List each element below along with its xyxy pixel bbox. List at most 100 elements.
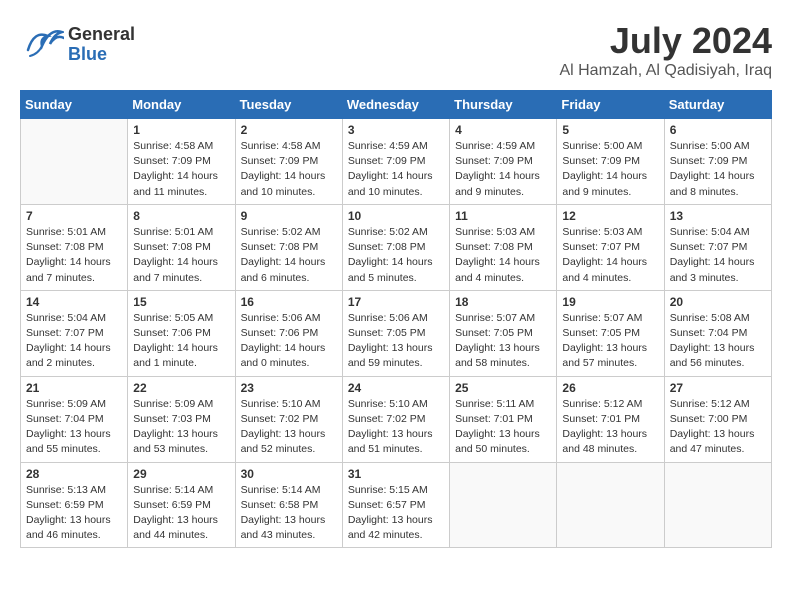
- day-number: 31: [348, 467, 444, 481]
- cell-info: Sunrise: 5:09 AMSunset: 7:04 PMDaylight:…: [26, 397, 122, 458]
- cell-info: Sunrise: 5:07 AMSunset: 7:05 PMDaylight:…: [455, 311, 551, 372]
- cell-info: Sunrise: 5:02 AMSunset: 7:08 PMDaylight:…: [348, 225, 444, 286]
- cell-info: Sunrise: 5:06 AMSunset: 7:05 PMDaylight:…: [348, 311, 444, 372]
- calendar-cell: 29 Sunrise: 5:14 AMSunset: 6:59 PMDayligh…: [128, 462, 235, 548]
- day-number: 6: [670, 123, 766, 137]
- calendar-week-5: 28 Sunrise: 5:13 AMSunset: 6:59 PMDayligh…: [21, 462, 772, 548]
- calendar-cell: 12 Sunrise: 5:03 AMSunset: 7:07 PMDayligh…: [557, 204, 664, 290]
- day-number: 11: [455, 209, 551, 223]
- calendar-header-row: SundayMondayTuesdayWednesdayThursdayFrid…: [21, 91, 772, 119]
- header-monday: Monday: [128, 91, 235, 119]
- day-number: 25: [455, 381, 551, 395]
- calendar-cell: 30Sunrise: 5:14 AMSunset: 6:58 PMDayligh…: [235, 462, 342, 548]
- month-year-title: July 2024: [559, 20, 772, 62]
- cell-info: Sunrise: 5:01 AMSunset: 7:08 PMDaylight:…: [133, 225, 229, 286]
- calendar-cell: 16 Sunrise: 5:06 AMSunset: 7:06 PMDayligh…: [235, 290, 342, 376]
- day-number: 1: [133, 123, 229, 137]
- calendar-cell: 25Sunrise: 5:11 AMSunset: 7:01 PMDayligh…: [450, 376, 557, 462]
- calendar-cell: 6Sunrise: 5:00 AMSunset: 7:09 PMDaylight…: [664, 119, 771, 205]
- day-number: 9: [241, 209, 337, 223]
- day-number: 2: [241, 123, 337, 137]
- calendar-cell: 23 Sunrise: 5:10 AMSunset: 7:02 PMDayligh…: [235, 376, 342, 462]
- logo-icon: [20, 20, 64, 69]
- calendar-cell: 8Sunrise: 5:01 AMSunset: 7:08 PMDaylight…: [128, 204, 235, 290]
- calendar-cell: 24 Sunrise: 5:10 AMSunset: 7:02 PMDayligh…: [342, 376, 449, 462]
- calendar-cell: 28 Sunrise: 5:13 AMSunset: 6:59 PMDayligh…: [21, 462, 128, 548]
- cell-info: Sunrise: 5:04 AMSunset: 7:07 PMDaylight:…: [26, 311, 122, 372]
- day-number: 3: [348, 123, 444, 137]
- day-number: 5: [562, 123, 658, 137]
- logo: General Blue: [20, 20, 135, 69]
- calendar-cell: 10 Sunrise: 5:02 AMSunset: 7:08 PMDayligh…: [342, 204, 449, 290]
- location-subtitle: Al Hamzah, Al Qadisiyah, Iraq: [559, 62, 772, 80]
- cell-info: Sunrise: 5:05 AMSunset: 7:06 PMDaylight:…: [133, 311, 229, 372]
- calendar-cell: [664, 462, 771, 548]
- day-number: 24: [348, 381, 444, 395]
- page-header: General Blue July 2024 Al Hamzah, Al Qad…: [20, 20, 772, 80]
- cell-info: Sunrise: 4:58 AMSunset: 7:09 PMDaylight:…: [133, 139, 229, 200]
- title-section: July 2024 Al Hamzah, Al Qadisiyah, Iraq: [559, 20, 772, 80]
- calendar-cell: 22 Sunrise: 5:09 AMSunset: 7:03 PMDayligh…: [128, 376, 235, 462]
- cell-info: Sunrise: 5:14 AMSunset: 6:59 PMDaylight:…: [133, 483, 229, 544]
- cell-info: Sunrise: 5:04 AMSunset: 7:07 PMDaylight:…: [670, 225, 766, 286]
- calendar-cell: 7Sunrise: 5:01 AMSunset: 7:08 PMDaylight…: [21, 204, 128, 290]
- cell-info: Sunrise: 5:12 AMSunset: 7:00 PMDaylight:…: [670, 397, 766, 458]
- calendar-cell: 19 Sunrise: 5:07 AMSunset: 7:05 PMDayligh…: [557, 290, 664, 376]
- logo-blue-text: Blue: [68, 45, 135, 65]
- cell-info: Sunrise: 4:59 AMSunset: 7:09 PMDaylight:…: [455, 139, 551, 200]
- header-wednesday: Wednesday: [342, 91, 449, 119]
- cell-info: Sunrise: 5:13 AMSunset: 6:59 PMDaylight:…: [26, 483, 122, 544]
- calendar-cell: 17Sunrise: 5:06 AMSunset: 7:05 PMDayligh…: [342, 290, 449, 376]
- calendar-cell: 5 Sunrise: 5:00 AMSunset: 7:09 PMDaylight…: [557, 119, 664, 205]
- calendar-cell: 26Sunrise: 5:12 AMSunset: 7:01 PMDayligh…: [557, 376, 664, 462]
- day-number: 15: [133, 295, 229, 309]
- day-number: 28: [26, 467, 122, 481]
- cell-info: Sunrise: 5:07 AMSunset: 7:05 PMDaylight:…: [562, 311, 658, 372]
- calendar-cell: 3 Sunrise: 4:59 AMSunset: 7:09 PMDaylight…: [342, 119, 449, 205]
- day-number: 19: [562, 295, 658, 309]
- header-tuesday: Tuesday: [235, 91, 342, 119]
- day-number: 10: [348, 209, 444, 223]
- calendar-cell: 27 Sunrise: 5:12 AMSunset: 7:00 PMDayligh…: [664, 376, 771, 462]
- header-thursday: Thursday: [450, 91, 557, 119]
- cell-info: Sunrise: 5:06 AMSunset: 7:06 PMDaylight:…: [241, 311, 337, 372]
- logo-name: General Blue: [68, 25, 135, 65]
- calendar-cell: 15 Sunrise: 5:05 AMSunset: 7:06 PMDayligh…: [128, 290, 235, 376]
- cell-info: Sunrise: 4:59 AMSunset: 7:09 PMDaylight:…: [348, 139, 444, 200]
- header-saturday: Saturday: [664, 91, 771, 119]
- calendar-cell: 31 Sunrise: 5:15 AMSunset: 6:57 PMDayligh…: [342, 462, 449, 548]
- day-number: 22: [133, 381, 229, 395]
- calendar-cell: 18Sunrise: 5:07 AMSunset: 7:05 PMDayligh…: [450, 290, 557, 376]
- header-friday: Friday: [557, 91, 664, 119]
- calendar-week-3: 14 Sunrise: 5:04 AMSunset: 7:07 PMDayligh…: [21, 290, 772, 376]
- cell-info: Sunrise: 5:08 AMSunset: 7:04 PMDaylight:…: [670, 311, 766, 372]
- calendar-week-4: 21Sunrise: 5:09 AMSunset: 7:04 PMDayligh…: [21, 376, 772, 462]
- calendar-cell: 14 Sunrise: 5:04 AMSunset: 7:07 PMDayligh…: [21, 290, 128, 376]
- day-number: 4: [455, 123, 551, 137]
- calendar-week-2: 7Sunrise: 5:01 AMSunset: 7:08 PMDaylight…: [21, 204, 772, 290]
- day-number: 16: [241, 295, 337, 309]
- day-number: 29: [133, 467, 229, 481]
- cell-info: Sunrise: 5:03 AMSunset: 7:07 PMDaylight:…: [562, 225, 658, 286]
- calendar-week-1: 1 Sunrise: 4:58 AMSunset: 7:09 PMDaylight…: [21, 119, 772, 205]
- day-number: 26: [562, 381, 658, 395]
- cell-info: Sunrise: 4:58 AMSunset: 7:09 PMDaylight:…: [241, 139, 337, 200]
- calendar-cell: 13Sunrise: 5:04 AMSunset: 7:07 PMDayligh…: [664, 204, 771, 290]
- calendar-cell: 1 Sunrise: 4:58 AMSunset: 7:09 PMDaylight…: [128, 119, 235, 205]
- day-number: 14: [26, 295, 122, 309]
- calendar-cell: [557, 462, 664, 548]
- calendar-cell: 20Sunrise: 5:08 AMSunset: 7:04 PMDayligh…: [664, 290, 771, 376]
- cell-info: Sunrise: 5:15 AMSunset: 6:57 PMDaylight:…: [348, 483, 444, 544]
- day-number: 12: [562, 209, 658, 223]
- cell-info: Sunrise: 5:10 AMSunset: 7:02 PMDaylight:…: [348, 397, 444, 458]
- day-number: 27: [670, 381, 766, 395]
- day-number: 23: [241, 381, 337, 395]
- calendar-cell: [450, 462, 557, 548]
- calendar-cell: 4 Sunrise: 4:59 AMSunset: 7:09 PMDaylight…: [450, 119, 557, 205]
- calendar-cell: 21Sunrise: 5:09 AMSunset: 7:04 PMDayligh…: [21, 376, 128, 462]
- cell-info: Sunrise: 5:00 AMSunset: 7:09 PMDaylight:…: [562, 139, 658, 200]
- cell-info: Sunrise: 5:01 AMSunset: 7:08 PMDaylight:…: [26, 225, 122, 286]
- cell-info: Sunrise: 5:10 AMSunset: 7:02 PMDaylight:…: [241, 397, 337, 458]
- day-number: 30: [241, 467, 337, 481]
- cell-info: Sunrise: 5:09 AMSunset: 7:03 PMDaylight:…: [133, 397, 229, 458]
